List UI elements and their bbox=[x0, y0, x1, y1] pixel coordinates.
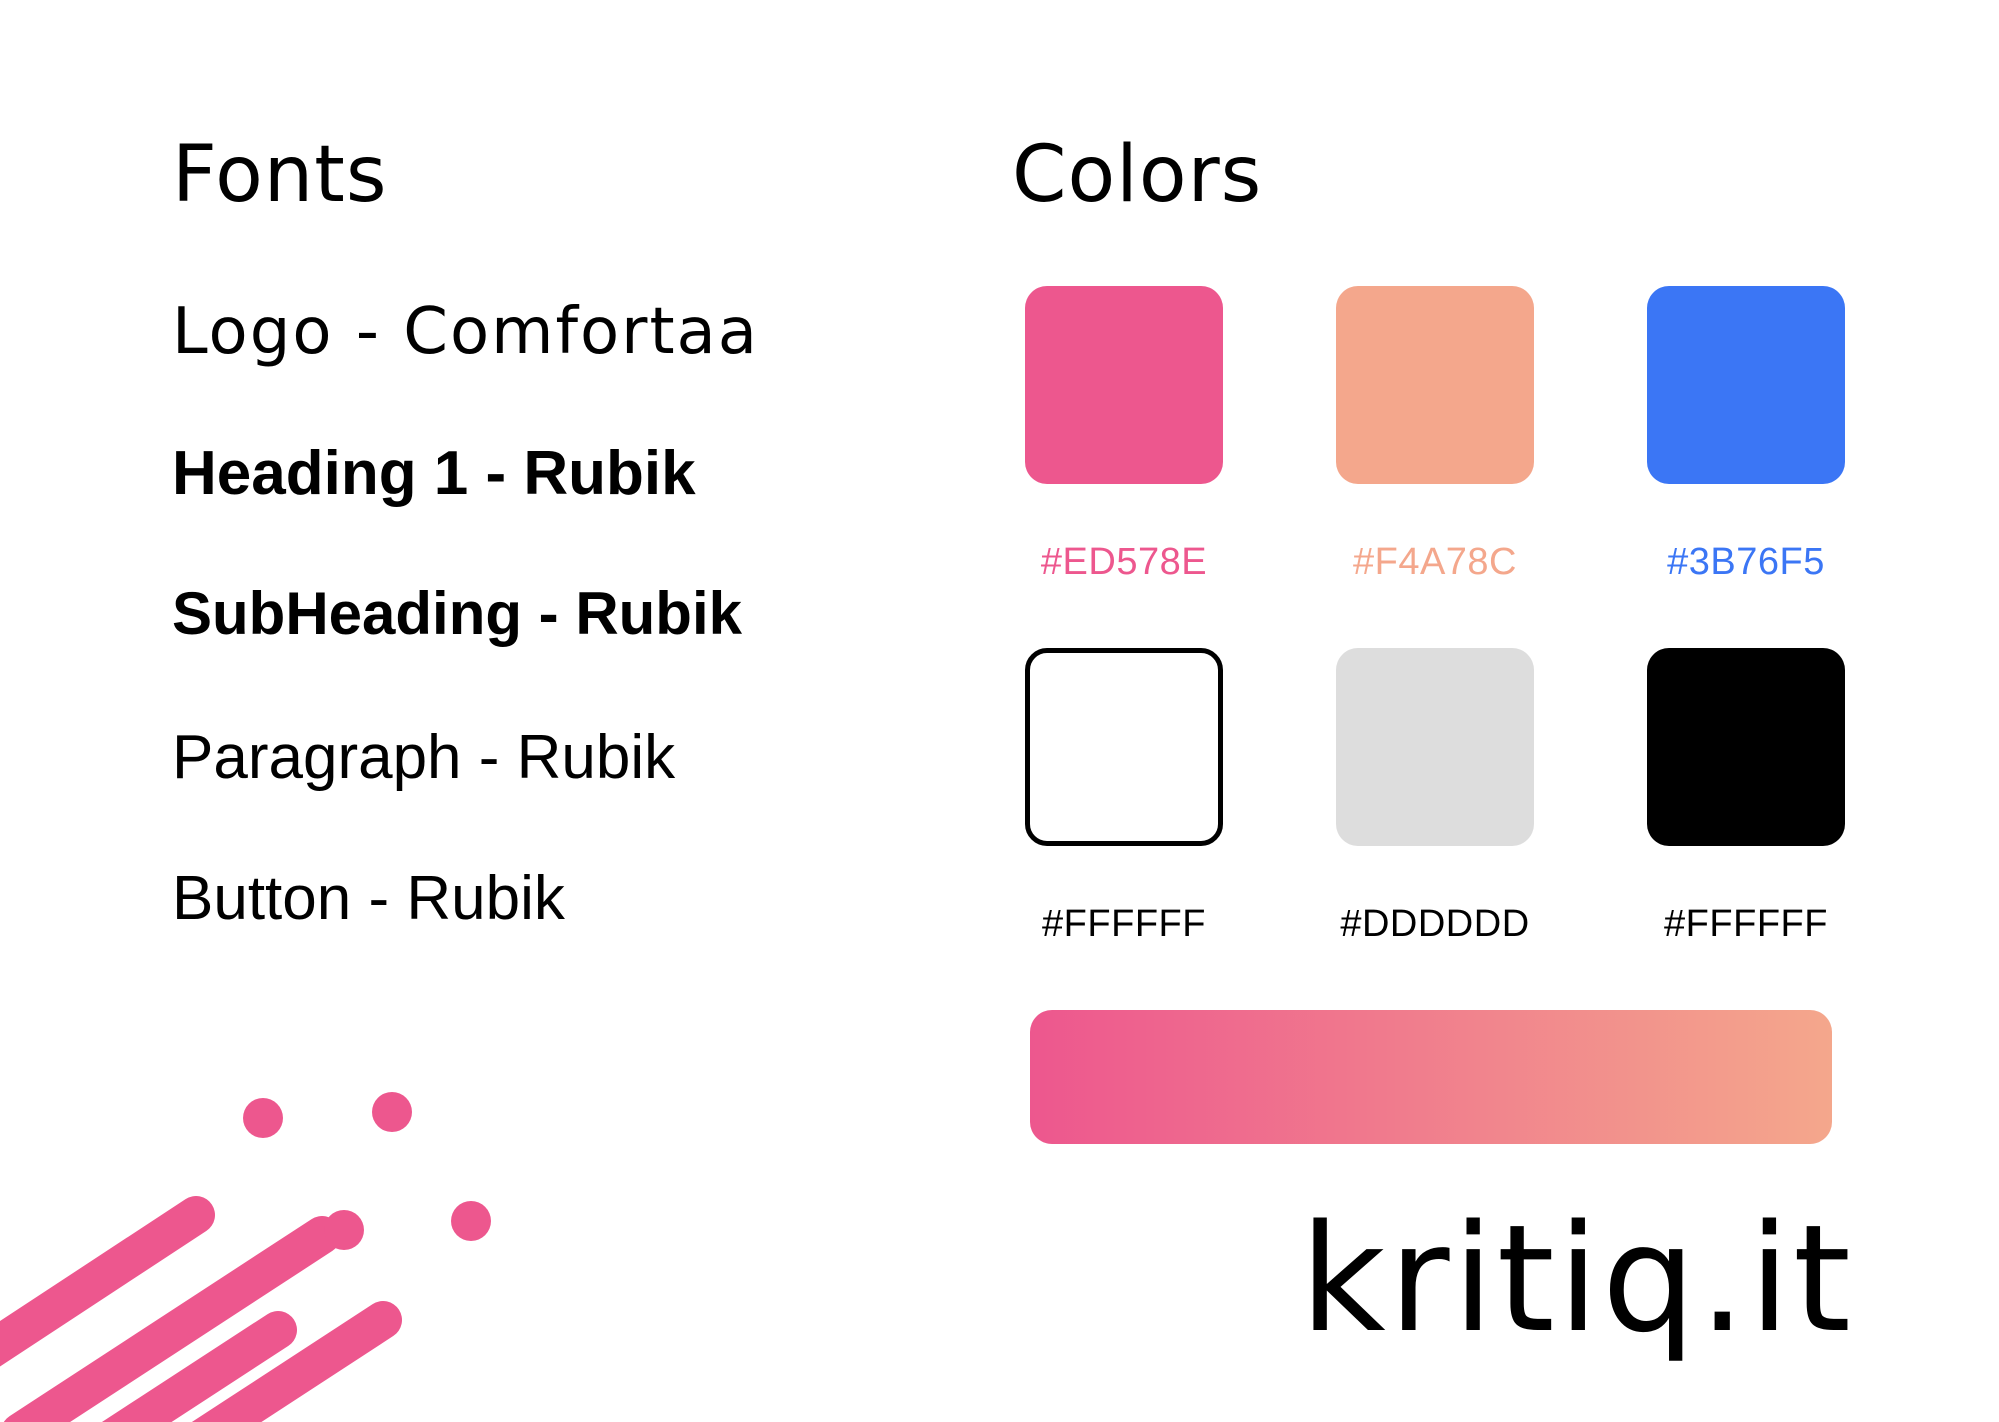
streak-dot bbox=[243, 1098, 283, 1138]
streak-dot bbox=[451, 1201, 491, 1241]
streak-dot bbox=[324, 1210, 364, 1250]
color-swatch-label-blue: #3B76F5 bbox=[1667, 541, 1825, 583]
streak-dot bbox=[372, 1092, 412, 1132]
color-swatch-pink bbox=[1025, 286, 1223, 484]
brand-gradient-bar bbox=[1030, 1010, 1832, 1144]
color-swatch-label-pink: #ED578E bbox=[1040, 541, 1208, 583]
font-item-subheading: SubHeading - Rubik bbox=[172, 580, 742, 647]
font-item-button: Button - Rubik bbox=[172, 864, 565, 933]
color-swatch-peach bbox=[1336, 286, 1534, 484]
color-swatch-label-light-gray: #DDDDDD bbox=[1340, 903, 1530, 945]
colors-section-title: Colors bbox=[1012, 130, 1263, 220]
color-swatch-label-white: #FFFFFF bbox=[1042, 903, 1206, 945]
color-swatch-blue bbox=[1647, 286, 1845, 484]
font-item-heading-1: Heading 1 - Rubik bbox=[172, 439, 696, 508]
color-swatch-black bbox=[1647, 648, 1845, 846]
font-item-logo: Logo - Comfortaa bbox=[172, 295, 759, 369]
color-swatch-white bbox=[1025, 648, 1223, 846]
decorative-streaks-graphic bbox=[0, 1092, 491, 1422]
color-swatch-label-peach: #F4A78C bbox=[1352, 541, 1518, 583]
brand-wordmark: kritiq.it bbox=[1300, 1193, 1854, 1365]
font-item-paragraph: Paragraph - Rubik bbox=[172, 723, 676, 792]
fonts-section-title: Fonts bbox=[172, 130, 388, 220]
color-swatch-light-gray bbox=[1336, 648, 1534, 846]
color-swatch-label-black: #FFFFFF bbox=[1664, 903, 1828, 945]
